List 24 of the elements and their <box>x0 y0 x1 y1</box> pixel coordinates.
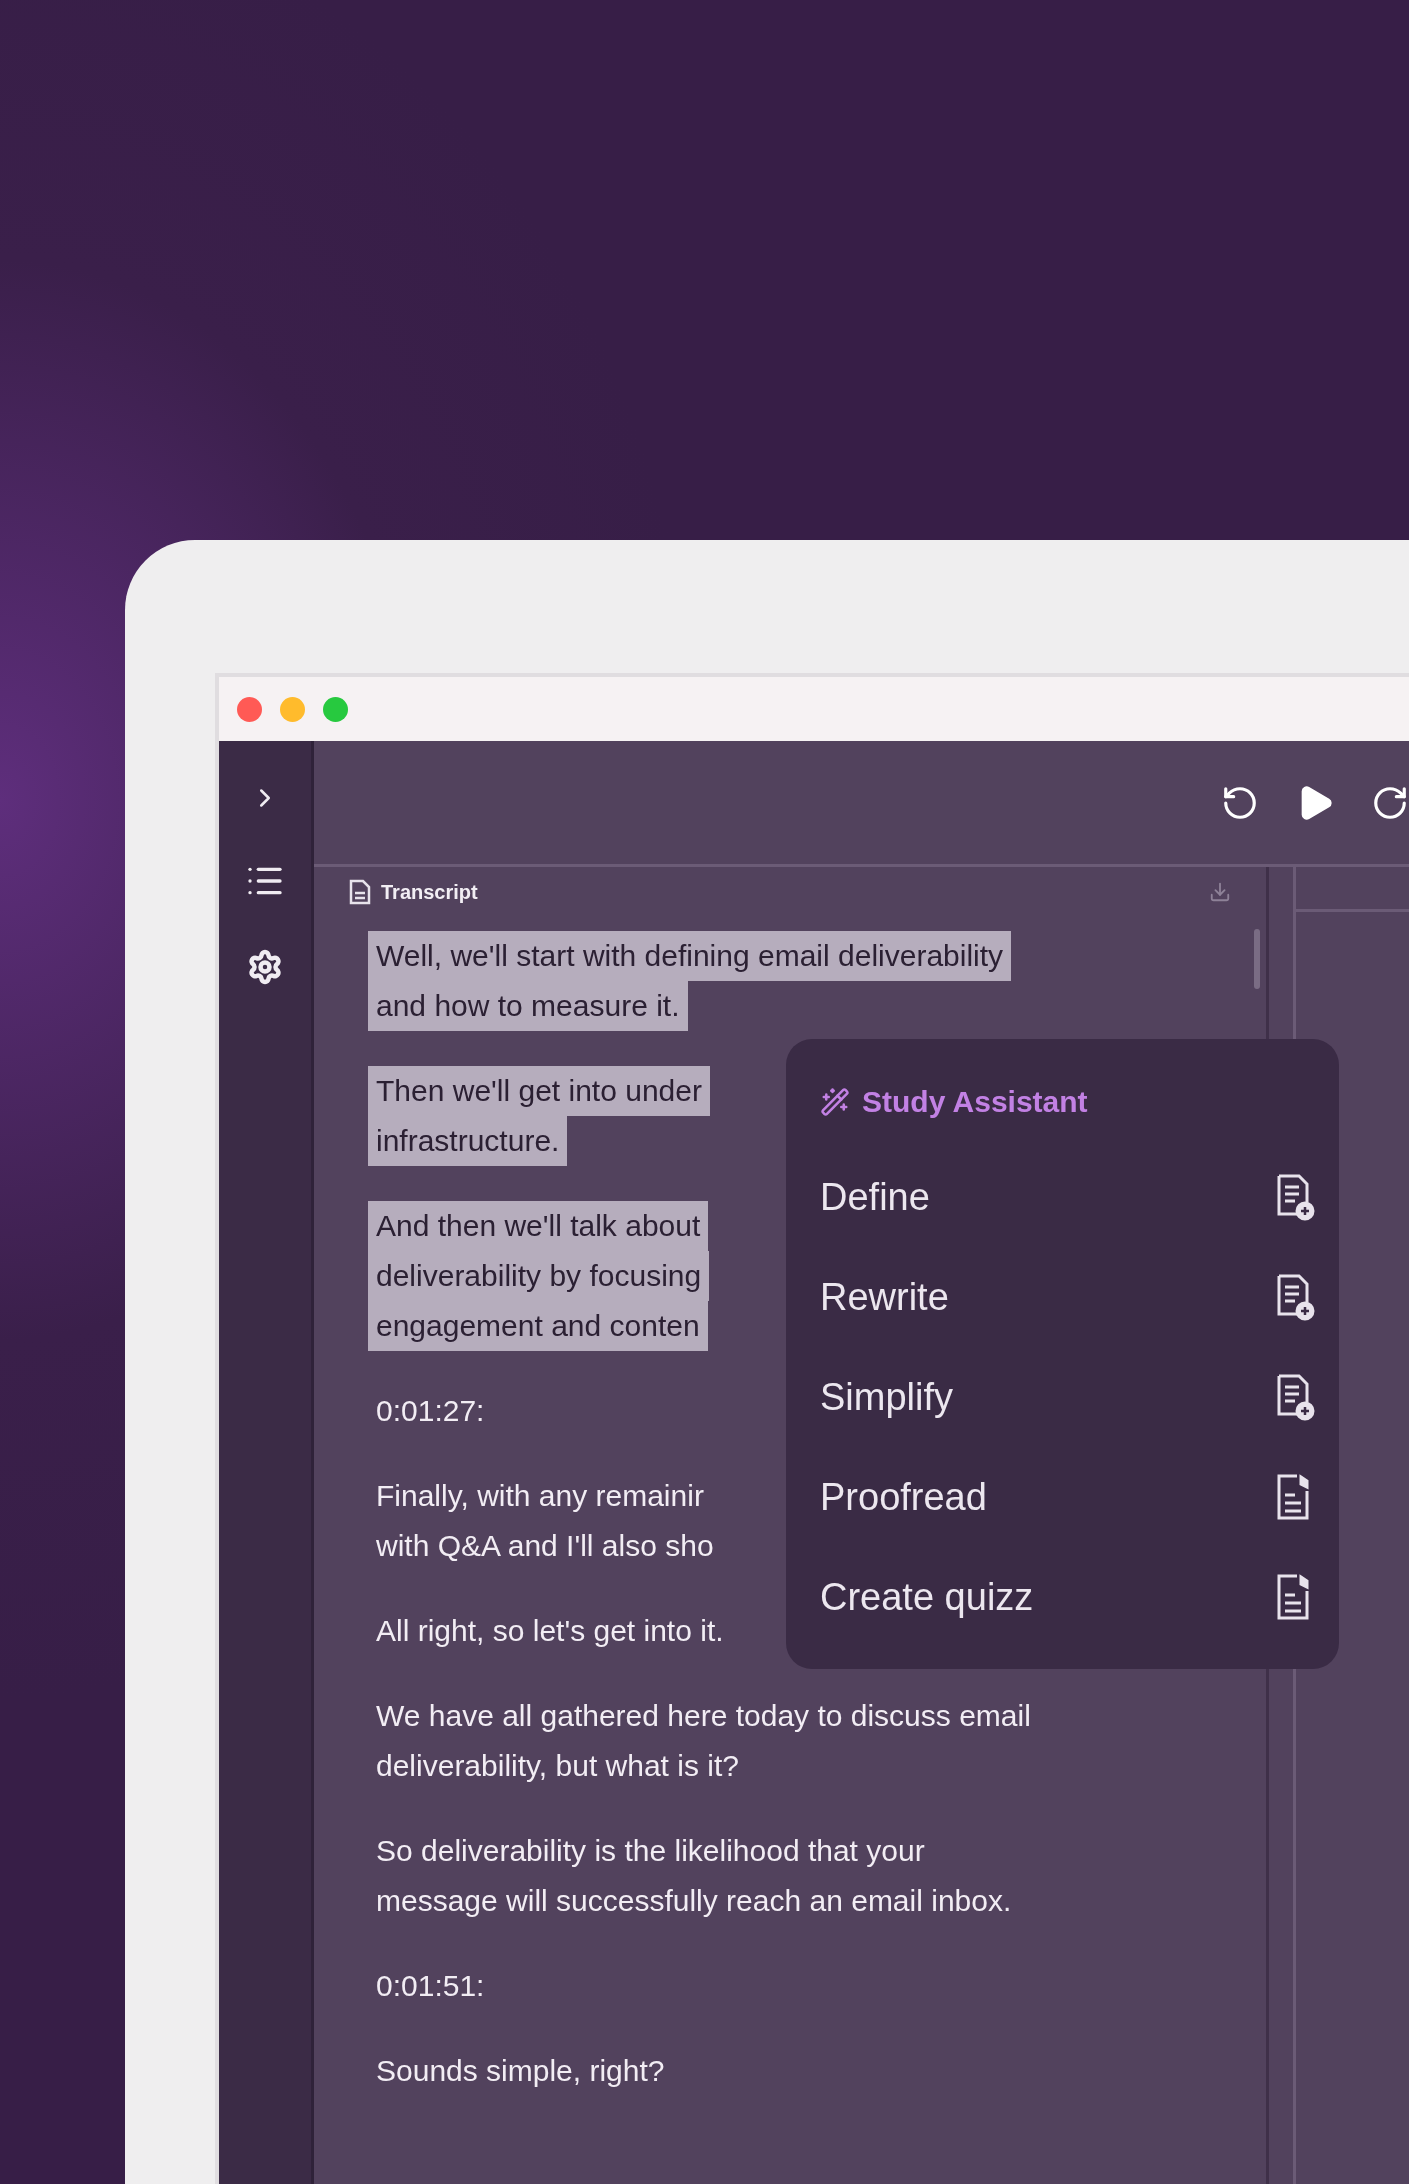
transcript-text: Then we'll get into under <box>368 1066 710 1116</box>
menu-item[interactable]: Rewrite <box>820 1247 1315 1347</box>
menu-item[interactable]: Define <box>820 1147 1315 1247</box>
transcript-text: message will successfully reach an email inbox. <box>375 1883 1013 1919</box>
transcript-text: deliverability by focusing <box>368 1251 710 1301</box>
transcript-text: All right, so let's get into it. <box>375 1613 725 1649</box>
transcript-text: 0:01:27: <box>375 1393 486 1429</box>
menu-item[interactable]: Simplify <box>820 1347 1315 1447</box>
transcript-text: engagement and conten <box>368 1301 708 1351</box>
transcript-text: We have all gathered here today to discuss email <box>375 1698 1032 1734</box>
panel-title: Transcript <box>381 880 479 904</box>
transcript-text: 0:01:51: <box>375 1968 486 2004</box>
transcript-text: Well, we'll start with defining email deliverability <box>368 931 1012 981</box>
transcript-text: infrastructure. <box>368 1116 568 1166</box>
menu-item[interactable]: Create quizz <box>820 1547 1315 1647</box>
transcript-text: and how to measure it. <box>368 981 688 1031</box>
menu-item[interactable]: Proofread <box>820 1447 1315 1547</box>
transcript-text: And then we'll talk about <box>368 1201 709 1251</box>
menu-title: Study Assistant <box>862 1085 1088 1119</box>
transcript-text: So deliverability is the likelihood that your <box>375 1833 926 1869</box>
transcript-text: with Q&A and I'll also sho <box>375 1528 715 1564</box>
transcript-text: Sounds simple, right? <box>375 2053 666 2089</box>
transcript-text: Finally, with any remainir <box>375 1478 705 1514</box>
transcript-text: deliverability, but what is it? <box>375 1748 740 1784</box>
